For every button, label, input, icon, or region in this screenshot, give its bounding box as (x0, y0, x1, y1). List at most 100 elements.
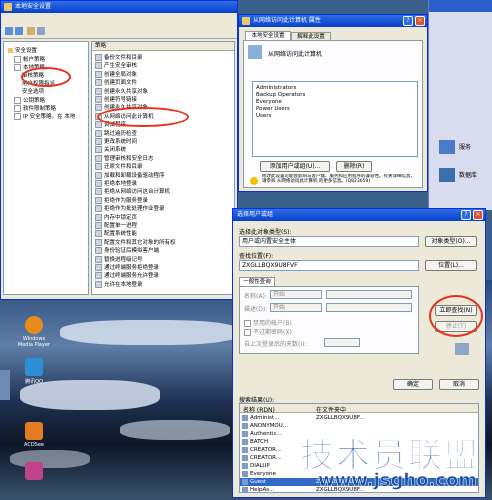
desktop-icon-misc[interactable] (16, 462, 52, 482)
help-button[interactable]: ? (403, 16, 413, 26)
policy-icon (95, 222, 102, 229)
help-button[interactable]: ? (461, 210, 471, 220)
policy-row[interactable]: 跳过遍历检查 (95, 129, 137, 137)
object-type-field: 用户或内置安全主体 (239, 236, 419, 247)
properties-titlebar[interactable]: 从网络访问此计算机 属性 ? × (239, 15, 427, 27)
close-button[interactable]: × (415, 16, 425, 26)
window-icon (242, 17, 250, 25)
policy-row[interactable]: 还原文件和目录 (95, 162, 143, 171)
policy-row[interactable]: 关闭系统 (95, 145, 126, 154)
warning-icon (250, 177, 258, 185)
policy-icon (95, 264, 102, 271)
object-types-button[interactable]: 对象类型(O)... (425, 236, 477, 247)
annotation-circle (429, 295, 483, 337)
tab-explain[interactable]: 解释此设置 (291, 32, 331, 40)
policy-row[interactable]: 配置单一进程 (95, 221, 137, 229)
policy-icon (95, 96, 102, 103)
policy-row[interactable]: 允许在本地登录 (95, 280, 143, 288)
annotation-circle (21, 67, 71, 87)
main-window-title: 本地安全设置 (15, 3, 52, 10)
tab-local-setting[interactable]: 本地安全设置 (245, 31, 291, 40)
policy-row[interactable]: 内存中锁定页 (95, 213, 137, 221)
policy-row[interactable]: 备份文件和目录 (95, 53, 143, 61)
qq-icon (25, 358, 43, 376)
policy-row[interactable]: 替换进程级记号 (95, 255, 143, 263)
member-item[interactable]: Power Users (256, 106, 290, 112)
policy-icon (95, 205, 102, 213)
tree-item[interactable]: 安全设置 (8, 46, 37, 54)
policy-row[interactable]: 配置系统性能 (95, 229, 137, 238)
days-combo[interactable] (324, 338, 360, 347)
member-item[interactable]: Administrators (256, 85, 296, 91)
desktop-edge-icon[interactable] (0, 370, 10, 400)
member-item[interactable]: Everyone (256, 99, 282, 105)
policy-row[interactable]: 通过终端服务允许登录 (95, 271, 159, 280)
cancel-button[interactable]: 取消 (439, 379, 479, 390)
desktop-icon-acdsee[interactable]: ACDSee (16, 422, 52, 448)
policy-row[interactable]: 通过终端服务拒绝登录 (95, 263, 159, 271)
policy-row[interactable]: 产生安全审核 (95, 61, 137, 70)
tree-item[interactable]: 软件限制策略 (14, 104, 56, 112)
dialog-titlebar[interactable]: 选择用户或组 ? × (233, 209, 485, 221)
name-input[interactable] (326, 290, 412, 299)
name-combo[interactable]: 开始 (270, 290, 322, 299)
policy-row[interactable]: 拒绝本地登录 (95, 179, 137, 187)
results-header: 名称 (RDN) 在文件夹中 (240, 404, 478, 414)
desc-input[interactable] (326, 303, 412, 312)
tab-panel: 从网络访问此计算机 Administrators Backup Operators… (243, 40, 423, 188)
members-list[interactable]: Administrators Backup Operators Everyone Po… (252, 81, 418, 157)
close-button[interactable]: × (473, 210, 483, 220)
policy-row[interactable]: 创建永久共享对象 (95, 87, 148, 95)
service-icon[interactable] (439, 140, 455, 154)
policy-icon (95, 272, 102, 280)
policy-icon (95, 196, 102, 204)
database-icon[interactable] (439, 168, 455, 182)
non-expiring-checkbox[interactable]: 不过期密码(X) (244, 327, 292, 336)
member-item[interactable]: Users (256, 113, 271, 119)
tree-item[interactable]: 公钥策略 (14, 96, 45, 104)
policy-row[interactable]: 拒绝作为批处理作业登录 (95, 204, 165, 213)
policy-icon (95, 79, 102, 87)
col-folder-header[interactable]: 在文件夹中 (316, 405, 346, 414)
up-icon[interactable] (27, 27, 35, 35)
tree-item[interactable]: 帐户策略 (14, 55, 45, 63)
desktop-icon-media-player[interactable]: Windows Media Player (16, 316, 52, 348)
app-icon (4, 3, 12, 11)
tree-item[interactable]: 安全选项 (22, 87, 44, 95)
back-icon[interactable] (5, 27, 13, 35)
policy-icon (95, 104, 102, 112)
desktop-icon-qq[interactable]: 腾讯QQ (16, 358, 52, 385)
remove-button[interactable]: 删除(R) (336, 161, 372, 172)
policy-row[interactable]: 创建页面文件 (95, 78, 137, 87)
tab-common-queries[interactable]: 一般性查询 (239, 277, 275, 286)
member-item[interactable]: Backup Operators (256, 92, 305, 98)
policy-row[interactable]: 创建全局对象 (95, 70, 137, 78)
locations-button[interactable]: 位置(L)... (425, 260, 477, 271)
location-field: ZXGLLBQX9U8FVF (239, 260, 419, 271)
policy-row[interactable]: 更改系统时间 (95, 137, 137, 145)
policy-row[interactable]: 身份验证后模拟客户端 (95, 246, 159, 255)
add-user-button[interactable]: 添加用户或组(U)... (260, 161, 330, 172)
policy-icon (95, 230, 102, 238)
forward-icon[interactable] (15, 27, 23, 35)
policy-row[interactable]: 拒绝从网络访问这台计算机 (95, 187, 170, 196)
list-header[interactable]: 策略 (92, 42, 234, 51)
desc-combo[interactable]: 开始 (270, 303, 322, 312)
main-titlebar[interactable]: 本地安全设置 (1, 1, 237, 13)
properties-icon[interactable] (37, 27, 45, 35)
policy-row[interactable]: 配置文件和其它对象的所有权 (95, 238, 176, 246)
col-name-header[interactable]: 名称 (RDN) (243, 405, 275, 414)
policy-row[interactable]: 拒绝作为服务登录 (95, 196, 148, 204)
policy-row[interactable]: 创建符号链接 (95, 95, 137, 103)
menu-toolbar (1, 13, 237, 39)
user-icon (242, 463, 248, 469)
disabled-accounts-checkbox[interactable]: 禁用的帐户(B) (244, 318, 292, 327)
ok-button[interactable]: 确定 (393, 379, 433, 390)
policy-row[interactable]: 加载和卸载设备驱动程序 (95, 171, 165, 179)
background-window: 服务 数据库 (428, 0, 492, 210)
tree-item[interactable]: IP 安全策略，在 本地 (14, 112, 75, 120)
policy-icon (95, 180, 102, 187)
policy-row[interactable]: 管理审核和安全日志 (95, 154, 154, 162)
result-row[interactable]: Administ... ZXGLLBQX9U8F... (240, 414, 478, 422)
policy-icon (95, 255, 102, 263)
